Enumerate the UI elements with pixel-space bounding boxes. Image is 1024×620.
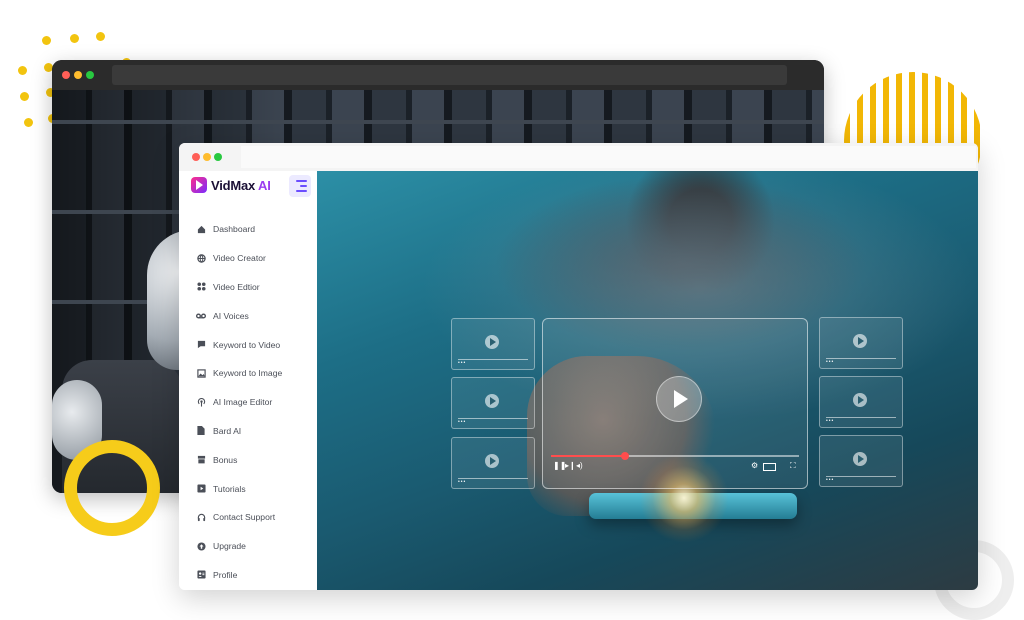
chat-icon bbox=[196, 340, 206, 350]
sidebar-item-label: Keyword to Image bbox=[213, 368, 283, 379]
video-thumbnail[interactable]: ••• bbox=[451, 318, 535, 370]
sidebar-item-label: Bonus bbox=[213, 454, 238, 465]
sidebar-item-label: Bard AI bbox=[213, 425, 242, 436]
sidebar-item-label: Dashboard bbox=[213, 224, 256, 235]
sidebar-item-bard-ai[interactable]: Bard AI bbox=[196, 417, 282, 446]
play-icon[interactable] bbox=[853, 334, 867, 348]
gift-icon bbox=[196, 455, 206, 465]
next-icon[interactable]: ▸❙ bbox=[565, 462, 576, 470]
sidebar-item-label: Contact Support bbox=[213, 512, 276, 523]
sidebar-item-ai-voices[interactable]: AI Voices bbox=[196, 301, 282, 330]
play-icon[interactable] bbox=[853, 393, 867, 407]
play-square-icon bbox=[196, 484, 206, 494]
hero-video-image: ••• ••• ••• ••• ••• ••• ❚❚ ▸❙ ◂) ⚙ ⛶ bbox=[317, 171, 978, 590]
sidebar-item-video-creator[interactable]: Video Creator bbox=[196, 244, 282, 273]
sidebar-item-keyword-to-video[interactable]: Keyword to Video bbox=[196, 330, 282, 359]
settings-icon[interactable]: ⚙ bbox=[751, 462, 758, 470]
profile-icon bbox=[196, 570, 206, 580]
theater-mode-icon[interactable] bbox=[763, 463, 776, 471]
play-icon[interactable] bbox=[485, 454, 499, 468]
globe-icon bbox=[196, 253, 206, 263]
sidebar-item-keyword-to-image[interactable]: Keyword to Image bbox=[196, 359, 282, 388]
close-dot-icon bbox=[192, 153, 200, 161]
video-thumbnail[interactable]: ••• bbox=[451, 437, 535, 489]
sidebar-item-label: Video Creator bbox=[213, 253, 266, 264]
sidebar-item-label: Upgrade bbox=[213, 541, 246, 552]
video-player[interactable]: ❚❚ ▸❙ ◂) ⚙ ⛶ bbox=[542, 318, 808, 489]
home-icon bbox=[196, 224, 206, 234]
decorative-yellow-ring bbox=[64, 440, 160, 536]
sidebar-item-contact-support[interactable]: Contact Support bbox=[196, 503, 282, 532]
sidebar-item-label: Profile bbox=[213, 569, 238, 580]
document-icon bbox=[196, 426, 206, 436]
play-icon[interactable] bbox=[485, 335, 499, 349]
minimize-dot-icon bbox=[203, 153, 211, 161]
sidebar-nav: Dashboard Video Creator Video Edtior AI … bbox=[196, 215, 282, 589]
app-window-titlebar bbox=[179, 143, 978, 171]
sidebar-item-bonus[interactable]: Bonus bbox=[196, 445, 282, 474]
progress-bar[interactable] bbox=[551, 452, 799, 460]
sidebar-item-label: Video Edtior bbox=[213, 281, 260, 292]
minimize-dot-icon bbox=[74, 71, 82, 79]
app-window-address-bar bbox=[241, 146, 976, 168]
menu-toggle-button[interactable] bbox=[289, 175, 311, 197]
image-icon bbox=[196, 368, 206, 378]
video-thumbnail[interactable]: ••• bbox=[819, 376, 903, 428]
back-window-address-bar bbox=[112, 65, 787, 85]
sidebar-item-profile[interactable]: Profile bbox=[196, 561, 282, 590]
broadcast-icon bbox=[196, 397, 206, 407]
sidebar: VidMax AI Dashboard Video Creator Video … bbox=[179, 171, 317, 590]
app-browser-window: VidMax AI Dashboard Video Creator Video … bbox=[179, 143, 978, 590]
video-thumbnail[interactable]: ••• bbox=[451, 377, 535, 429]
app-logo[interactable]: VidMax AI bbox=[191, 177, 271, 193]
video-thumbnail[interactable]: ••• bbox=[819, 317, 903, 369]
play-icon[interactable] bbox=[485, 394, 499, 408]
upgrade-icon bbox=[196, 541, 206, 551]
sidebar-item-video-editor[interactable]: Video Edtior bbox=[196, 273, 282, 302]
sidebar-item-label: AI Voices bbox=[213, 310, 249, 321]
back-window-titlebar bbox=[52, 60, 824, 90]
play-icon[interactable] bbox=[853, 452, 867, 466]
app-name: VidMax AI bbox=[211, 177, 271, 193]
voicemail-icon bbox=[196, 311, 206, 321]
volume-icon[interactable]: ◂) bbox=[576, 462, 583, 470]
sidebar-item-upgrade[interactable]: Upgrade bbox=[196, 532, 282, 561]
sidebar-item-label: Tutorials bbox=[213, 483, 246, 494]
sidebar-item-label: Keyword to Video bbox=[213, 339, 281, 350]
sidebar-item-dashboard[interactable]: Dashboard bbox=[196, 215, 282, 244]
progress-handle[interactable] bbox=[621, 452, 630, 460]
sidebar-item-ai-image-editor[interactable]: AI Image Editor bbox=[196, 388, 282, 417]
play-button[interactable] bbox=[656, 376, 702, 422]
logo-play-icon bbox=[191, 177, 207, 193]
close-dot-icon bbox=[62, 71, 70, 79]
maximize-dot-icon bbox=[86, 71, 94, 79]
headset-icon bbox=[196, 512, 206, 522]
grid-icon bbox=[196, 282, 206, 292]
maximize-dot-icon bbox=[214, 153, 222, 161]
sidebar-item-label: AI Image Editor bbox=[213, 397, 273, 408]
video-thumbnail[interactable]: ••• bbox=[819, 435, 903, 487]
fullscreen-icon[interactable]: ⛶ bbox=[790, 462, 796, 470]
sidebar-item-tutorials[interactable]: Tutorials bbox=[196, 474, 282, 503]
progress-fill bbox=[551, 455, 626, 457]
